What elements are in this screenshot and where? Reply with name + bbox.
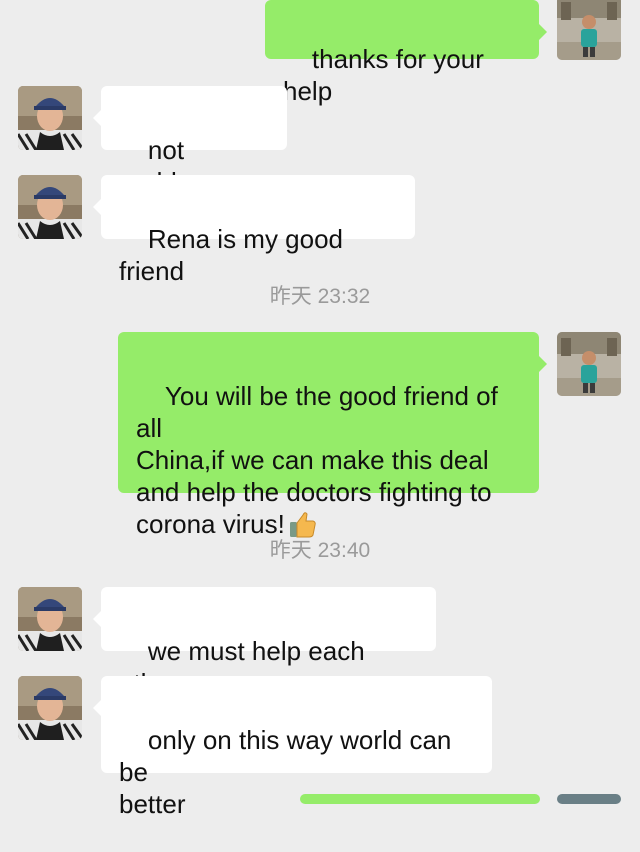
- message-bubble-incoming[interactable]: not problem: [93, 86, 287, 197]
- avatar-self-cropped[interactable]: [557, 794, 621, 804]
- avatar-contact-image: [18, 175, 82, 239]
- message-text: Rena is my good friend: [119, 224, 351, 286]
- avatar-contact-image: [18, 587, 82, 651]
- avatar-self[interactable]: [557, 332, 621, 396]
- avatar-contact-image: [18, 86, 82, 150]
- message-bubble-incoming[interactable]: we must help each other: [93, 587, 436, 698]
- avatar-contact[interactable]: [18, 676, 82, 740]
- message-bubble-incoming[interactable]: only on this way world can be better: [93, 676, 492, 819]
- timestamp: 昨天 23:40: [269, 539, 371, 562]
- avatar-self[interactable]: [557, 0, 621, 60]
- avatar-contact-image: [18, 676, 82, 740]
- timestamp: 昨天 23:32: [269, 285, 371, 308]
- chat-thread: thanks for your help not problem: [0, 0, 640, 819]
- avatar-self-image: [557, 332, 621, 396]
- avatar-contact[interactable]: [18, 587, 82, 651]
- avatar-contact[interactable]: [18, 175, 82, 239]
- message-bubble-outgoing-cropped[interactable]: [300, 794, 540, 804]
- message-bubble-incoming[interactable]: Rena is my good friend: [93, 175, 415, 286]
- message-bubble-outgoing[interactable]: thanks for your help: [265, 0, 547, 106]
- message-text: thanks for your help: [283, 44, 492, 106]
- avatar-self-image: [557, 0, 621, 60]
- message-text: only on this way world can be better: [119, 725, 452, 819]
- message-text: You will be the good friend of all China…: [136, 381, 498, 539]
- message-bubble-outgoing[interactable]: You will be the good friend of all China…: [118, 332, 547, 539]
- avatar-contact[interactable]: [18, 86, 82, 150]
